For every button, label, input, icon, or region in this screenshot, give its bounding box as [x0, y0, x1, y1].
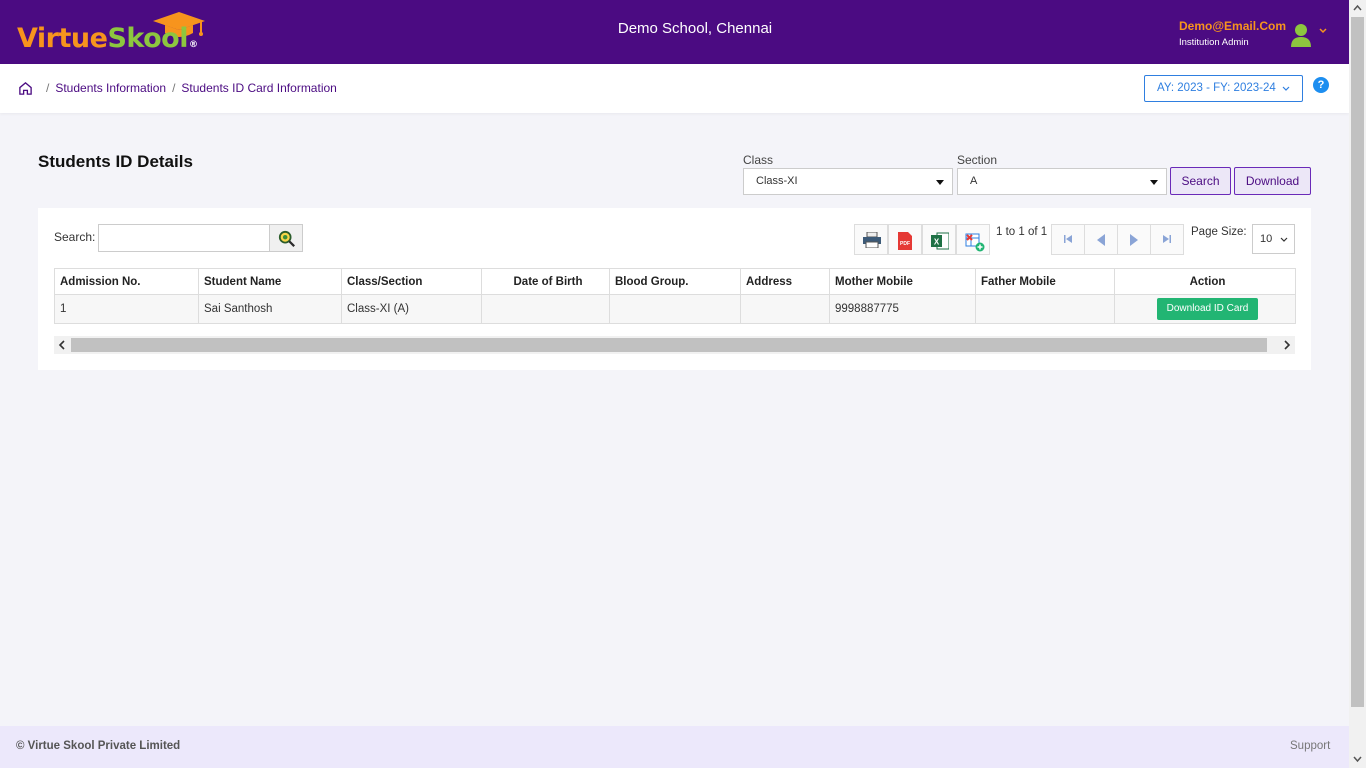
chevron-down-icon — [1280, 237, 1288, 242]
column-header-date-of-birth[interactable]: Date of Birth — [481, 268, 610, 295]
logo-text: VirtueSkool® — [17, 23, 198, 54]
download-id-card-button[interactable]: Download ID Card — [1156, 298, 1259, 320]
scroll-up-icon[interactable] — [1353, 4, 1362, 11]
breadcrumb-separator: / — [172, 81, 176, 95]
download-button[interactable]: Download — [1234, 167, 1311, 195]
table-settings-icon — [965, 233, 985, 252]
table-header-row: Admission No. Student Name Class/Section… — [54, 268, 1296, 295]
svg-text:PDF: PDF — [900, 241, 910, 247]
caret-down-icon — [936, 180, 944, 185]
column-header-action: Action — [1114, 268, 1296, 295]
table-row: 1 Sai Santhosh Class-XI (A) 9998887775 D… — [54, 294, 1296, 324]
section-select[interactable]: A — [957, 168, 1167, 195]
cell-mother-mobile: 9998887775 — [829, 294, 976, 324]
pdf-icon: PDF — [898, 232, 912, 250]
caret-down-icon — [1150, 180, 1158, 185]
help-icon[interactable]: ? — [1313, 77, 1329, 93]
column-header-blood-group[interactable]: Blood Group. — [609, 268, 741, 295]
vertical-scroll-thumb[interactable] — [1351, 17, 1364, 707]
previous-page-button[interactable] — [1084, 224, 1118, 255]
cell-address — [740, 294, 830, 324]
last-page-icon — [1163, 235, 1171, 243]
previous-page-icon — [1097, 234, 1105, 246]
grid-search-button[interactable] — [269, 224, 303, 252]
home-icon[interactable] — [18, 81, 33, 96]
pagination-summary: 1 to 1 of 1 — [996, 226, 1048, 238]
breadcrumb: / Students Information / Students ID Card I… — [40, 81, 337, 95]
page-size-select[interactable]: 10 — [1252, 224, 1295, 254]
class-label: Class — [743, 153, 774, 167]
first-page-button[interactable] — [1051, 224, 1085, 255]
class-select[interactable]: Class-XI — [743, 168, 953, 195]
cell-admission-no: 1 — [54, 294, 199, 324]
chevron-down-icon[interactable] — [1318, 26, 1328, 36]
class-select-value: Class-XI — [756, 175, 798, 187]
students-grid-panel: Search: PDF X 1 to 1 of 1 Page Size: 10 … — [38, 208, 1311, 370]
column-settings-button[interactable] — [956, 224, 990, 255]
first-page-icon — [1064, 235, 1072, 243]
cell-student-name: Sai Santhosh — [198, 294, 342, 324]
vertical-scrollbar[interactable] — [1349, 0, 1366, 768]
search-icon — [278, 230, 295, 247]
excel-icon: X — [931, 232, 949, 250]
footer: © Virtue Skool Private Limited Support — [0, 726, 1349, 768]
breadcrumb-separator: / — [46, 81, 50, 95]
next-page-icon — [1130, 234, 1138, 246]
section-label: Section — [957, 153, 998, 167]
search-button[interactable]: Search — [1170, 167, 1231, 195]
breadcrumb-students-information[interactable]: Students Information — [55, 81, 166, 95]
last-page-button[interactable] — [1150, 224, 1184, 255]
column-header-address[interactable]: Address — [740, 268, 830, 295]
cell-class-section: Class-XI (A) — [341, 294, 482, 324]
cell-father-mobile — [975, 294, 1115, 324]
horizontal-scrollbar[interactable] — [54, 336, 1295, 354]
school-name: Demo School, Chennai — [617, 20, 773, 37]
page-title: Students ID Details — [38, 152, 193, 171]
user-avatar-icon[interactable] — [1289, 22, 1313, 48]
column-header-student-name[interactable]: Student Name — [198, 268, 342, 295]
export-pdf-button[interactable]: PDF — [888, 224, 922, 255]
academic-year-label: AY: 2023 - FY: 2023-24 — [1157, 82, 1276, 94]
support-link[interactable]: Support — [1290, 740, 1330, 752]
section-select-value: A — [970, 175, 978, 187]
column-header-mother-mobile[interactable]: Mother Mobile — [829, 268, 976, 295]
svg-text:X: X — [934, 238, 940, 247]
next-page-button[interactable] — [1117, 224, 1151, 255]
grid-search-input[interactable] — [98, 224, 270, 252]
grid-search-label: Search: — [54, 230, 96, 244]
top-header: VirtueSkool® Demo School, Chennai Demo@E… — [0, 0, 1349, 64]
column-header-class-section[interactable]: Class/Section — [341, 268, 482, 295]
breadcrumb-bar: / Students Information / Students ID Card I… — [0, 64, 1349, 113]
academic-year-dropdown[interactable]: AY: 2023 - FY: 2023-24 — [1144, 75, 1303, 102]
export-excel-button[interactable]: X — [922, 224, 956, 255]
horizontal-scroll-thumb[interactable] — [71, 338, 1267, 352]
virtueskool-logo[interactable]: VirtueSkool® — [17, 11, 217, 55]
scroll-left-icon[interactable] — [58, 340, 66, 350]
column-header-father-mobile[interactable]: Father Mobile — [975, 268, 1115, 295]
user-email[interactable]: Demo@Email.Com — [1179, 19, 1286, 33]
user-role: Institution Admin — [1179, 37, 1249, 48]
copyright-text: © Virtue Skool Private Limited — [16, 740, 181, 752]
chevron-down-icon — [1282, 86, 1290, 91]
printer-icon — [863, 232, 881, 248]
cell-action: Download ID Card — [1114, 294, 1296, 324]
print-button[interactable] — [854, 224, 888, 255]
scroll-right-icon[interactable] — [1283, 340, 1291, 350]
page-size-label: Page Size: — [1191, 226, 1247, 238]
breadcrumb-id-card-information[interactable]: Students ID Card Information — [181, 81, 336, 95]
scroll-down-icon[interactable] — [1353, 756, 1362, 763]
cell-dob — [481, 294, 610, 324]
students-table: Admission No. Student Name Class/Section… — [54, 268, 1296, 324]
column-header-admission-no[interactable]: Admission No. — [54, 268, 199, 295]
page-size-value: 10 — [1260, 233, 1273, 245]
cell-blood-group — [609, 294, 741, 324]
